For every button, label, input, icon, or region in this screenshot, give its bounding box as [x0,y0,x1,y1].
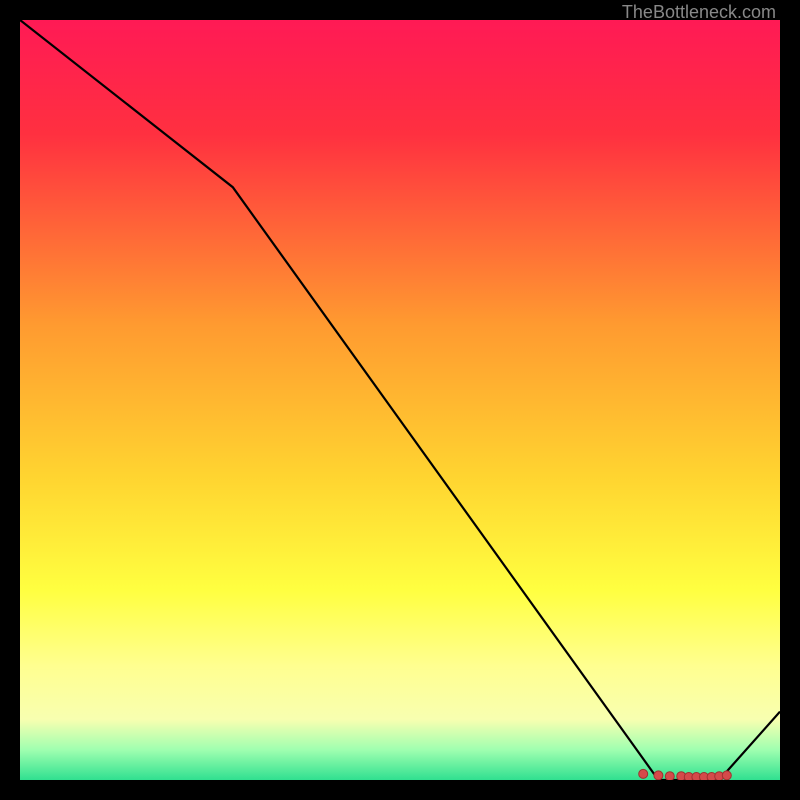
watermark-text: TheBottleneck.com [622,2,776,23]
chart-plot-area [20,20,780,780]
data-point-marker [639,769,648,778]
chart-curve [20,20,780,780]
data-point-marker [654,771,663,780]
data-point-marker [665,772,674,780]
data-point-marker [722,771,731,780]
